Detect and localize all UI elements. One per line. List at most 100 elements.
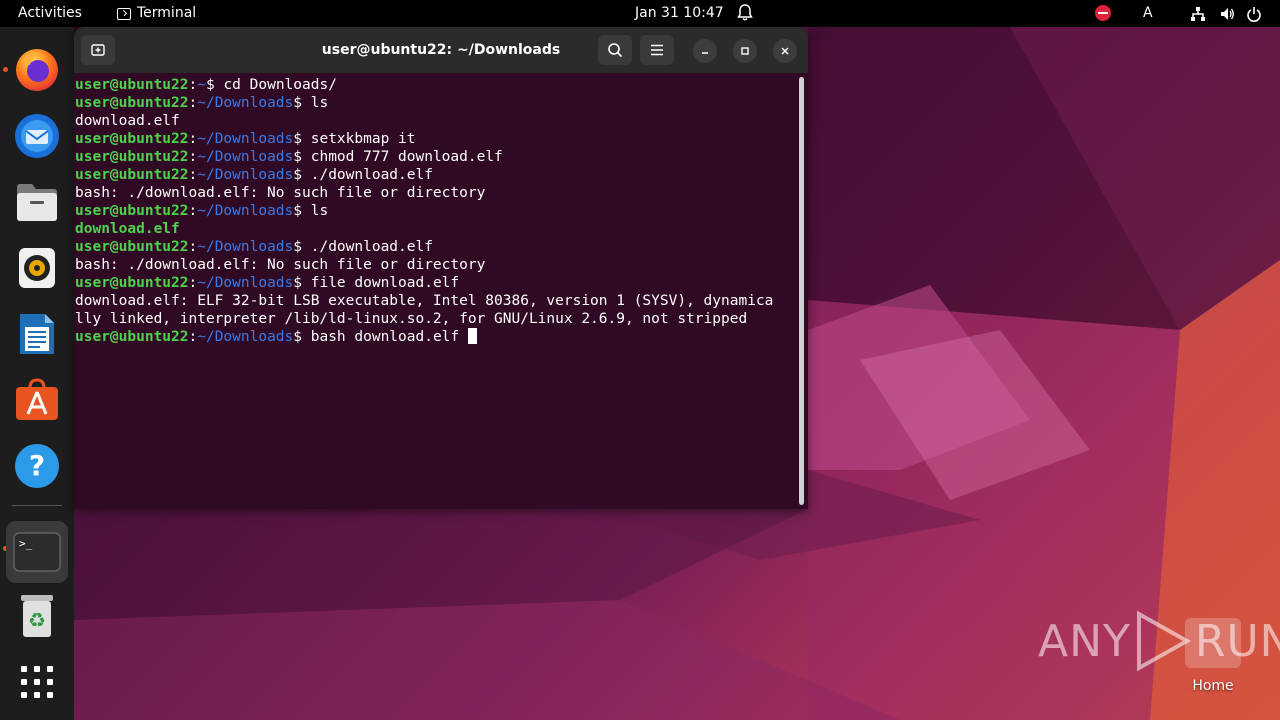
prompt-separator: : xyxy=(188,329,198,345)
menu-button[interactable] xyxy=(640,35,674,65)
prompt-separator: : xyxy=(188,95,198,111)
prompt-user: user@ubuntu22 xyxy=(75,77,189,93)
home-folder-label[interactable]: Home xyxy=(1180,678,1246,694)
show-apps-button[interactable] xyxy=(10,655,64,709)
prompt-separator: : xyxy=(188,203,198,219)
prompt-command: ./download.elf xyxy=(310,239,433,255)
prompt-user: user@ubuntu22 xyxy=(75,329,189,345)
prompt-command: setxkbmap it xyxy=(310,131,416,147)
app-menu-terminal[interactable]: Terminal xyxy=(117,0,196,27)
help-question-icon: ? xyxy=(15,444,59,488)
app-center-launcher[interactable] xyxy=(10,373,64,427)
home-folder-icon[interactable] xyxy=(1185,618,1241,668)
running-indicator xyxy=(3,67,8,72)
svg-text:?: ? xyxy=(29,449,45,482)
close-button[interactable] xyxy=(773,39,797,63)
prompt-command: bash download.elf xyxy=(310,329,468,345)
text-cursor xyxy=(467,328,477,344)
firefox-icon xyxy=(16,49,58,91)
output-text: download.elf xyxy=(75,113,180,129)
prompt-path: ~/Downloads xyxy=(197,167,294,183)
dock: ? >_ ♻ xyxy=(0,27,74,720)
prompt-path: ~/Downloads xyxy=(197,239,294,255)
prompt-dollar: $ xyxy=(293,329,311,345)
input-language-indicator[interactable]: A xyxy=(1143,0,1153,27)
search-button[interactable] xyxy=(598,35,632,65)
terminal-prompt-line: user@ubuntu22:~$ cd Downloads/ xyxy=(75,76,795,94)
prompt-separator: : xyxy=(188,149,198,165)
terminal-window[interactable]: user@ubuntu22: ~/Downloads user@ubuntu22… xyxy=(74,27,808,509)
prompt-user: user@ubuntu22 xyxy=(75,149,189,165)
terminal-output-line: download.elf: ELF 32-bit LSB executable,… xyxy=(75,292,795,310)
terminal-app-icon xyxy=(117,7,131,20)
close-icon xyxy=(781,47,789,55)
prompt-dollar: $ xyxy=(293,149,311,165)
app-center-bag-icon xyxy=(16,378,58,420)
prompt-user: user@ubuntu22 xyxy=(75,239,189,255)
new-tab-button[interactable] xyxy=(81,35,115,65)
maximize-icon xyxy=(741,47,749,55)
output-text: download.elf xyxy=(75,221,180,237)
prompt-separator: : xyxy=(188,77,198,93)
top-bar: Activities Terminal Jan 31 10:47 A xyxy=(0,0,1280,27)
prompt-path: ~/Downloads xyxy=(197,329,294,345)
notification-bell-icon[interactable] xyxy=(737,4,753,22)
prompt-command: cd Downloads/ xyxy=(223,77,337,93)
minimize-button[interactable] xyxy=(693,39,717,63)
terminal-prompt-line: user@ubuntu22:~/Downloads$ ./download.el… xyxy=(75,238,795,256)
prompt-path: ~/Downloads xyxy=(197,95,294,111)
prompt-command: ./download.elf xyxy=(310,167,433,183)
window-header[interactable]: user@ubuntu22: ~/Downloads xyxy=(74,27,808,73)
volume-icon[interactable] xyxy=(1219,5,1235,32)
minimize-icon xyxy=(702,52,708,54)
files-launcher[interactable] xyxy=(10,175,64,229)
terminal-icon: >_ xyxy=(13,532,61,572)
help-launcher[interactable]: ? xyxy=(10,439,64,493)
maximize-button[interactable] xyxy=(733,39,757,63)
app-menu-label: Terminal xyxy=(137,5,197,21)
activities-button[interactable]: Activities xyxy=(18,0,82,27)
prompt-path: ~/Downloads xyxy=(197,275,294,291)
rhythmbox-launcher[interactable] xyxy=(10,241,64,295)
writer-document-icon xyxy=(20,314,54,354)
clock[interactable]: Jan 31 10:47 xyxy=(635,0,724,27)
prompt-dollar: $ xyxy=(293,167,311,183)
prompt-command: file download.elf xyxy=(310,275,460,291)
libreoffice-writer-launcher[interactable] xyxy=(10,307,64,361)
prompt-dollar: $ xyxy=(205,77,224,93)
prompt-dollar: $ xyxy=(293,131,311,147)
app-grid-icon xyxy=(21,666,53,698)
prompt-path: ~/Downloads xyxy=(197,149,294,165)
firefox-launcher[interactable] xyxy=(10,43,64,97)
prompt-path: ~ xyxy=(197,77,206,93)
terminal-launcher[interactable]: >_ xyxy=(6,521,68,583)
power-icon[interactable] xyxy=(1246,5,1262,32)
output-text: bash: ./download.elf: No such file or di… xyxy=(75,185,486,201)
terminal-scrollbar[interactable] xyxy=(799,77,804,505)
trash-launcher[interactable]: ♻ xyxy=(10,589,64,643)
prompt-separator: : xyxy=(188,131,198,147)
thunderbird-launcher[interactable] xyxy=(10,109,64,163)
terminal-output-line: download.elf xyxy=(75,112,795,130)
prompt-command: ls xyxy=(310,95,329,111)
terminal-output[interactable]: user@ubuntu22:~$ cd Downloads/user@ubunt… xyxy=(75,76,795,506)
prompt-separator: : xyxy=(188,167,198,183)
search-icon xyxy=(608,43,623,58)
prompt-dollar: $ xyxy=(293,239,311,255)
hamburger-menu-icon xyxy=(651,44,663,56)
terminal-output-line: bash: ./download.elf: No such file or di… xyxy=(75,184,795,202)
prompt-user: user@ubuntu22 xyxy=(75,275,189,291)
terminal-prompt-line: user@ubuntu22:~/Downloads$ setxkbmap it xyxy=(75,130,795,148)
do-not-disturb-icon[interactable] xyxy=(1095,5,1111,21)
new-tab-icon xyxy=(91,44,105,56)
svg-text:>_: >_ xyxy=(19,537,33,550)
output-text: lly linked, interpreter /lib/ld-linux.so… xyxy=(75,311,748,327)
prompt-dollar: $ xyxy=(293,275,311,291)
prompt-path: ~/Downloads xyxy=(197,131,294,147)
network-icon[interactable] xyxy=(1190,5,1206,32)
terminal-prompt-line: user@ubuntu22:~/Downloads$ file download… xyxy=(75,274,795,292)
trash-icon: ♻ xyxy=(21,595,53,637)
play-triangle-icon xyxy=(1136,610,1191,672)
prompt-user: user@ubuntu22 xyxy=(75,203,189,219)
terminal-output-line: lly linked, interpreter /lib/ld-linux.so… xyxy=(75,310,795,328)
